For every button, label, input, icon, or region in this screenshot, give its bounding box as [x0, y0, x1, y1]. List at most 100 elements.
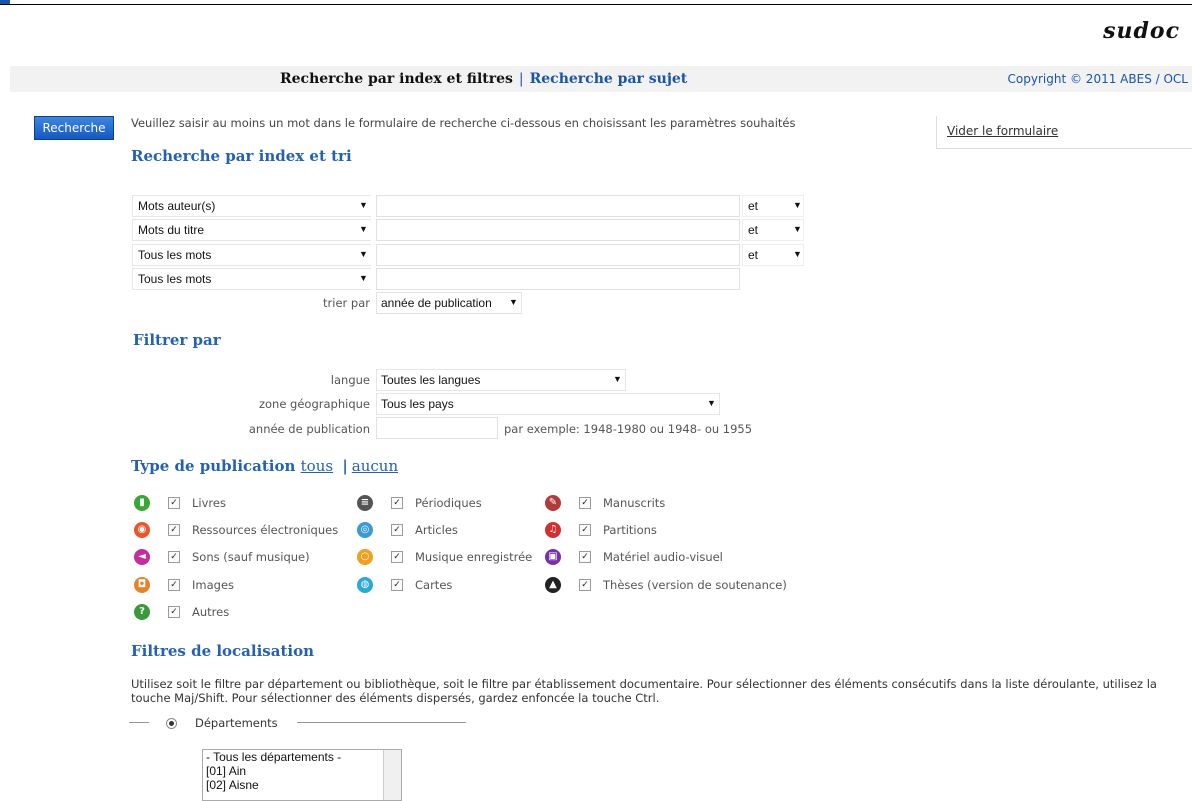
- field-select-value: Mots du titre: [138, 223, 205, 237]
- year-input[interactable]: [376, 417, 498, 439]
- manuscript-icon: ✎: [545, 495, 561, 511]
- book-icon: ▮: [134, 495, 150, 511]
- pub-type-checkbox[interactable]: ✓: [168, 551, 180, 563]
- select-none-link[interactable]: aucun: [352, 457, 398, 475]
- search-term-input[interactable]: [376, 219, 740, 241]
- dropdown-arrow-icon: ▼: [793, 200, 802, 210]
- pub-type-checkbox[interactable]: ✓: [579, 579, 591, 591]
- pub-type-label: Matériel audio-visuel: [603, 550, 723, 564]
- year-label: année de publication: [248, 422, 370, 436]
- field-select-value: Tous les mots: [138, 248, 212, 262]
- pub-type-checkbox[interactable]: ✓: [168, 606, 180, 618]
- field-select[interactable]: Tous les mots ▼: [132, 268, 371, 290]
- pub-separator: |: [342, 457, 348, 475]
- fieldset-line-left: [129, 722, 149, 723]
- pub-type-label: Ressources électroniques: [192, 523, 339, 537]
- tab-subject-search[interactable]: Recherche par sujet: [530, 71, 688, 87]
- electronic-icon: ◉: [134, 522, 150, 538]
- sound-icon: ◄: [134, 549, 150, 565]
- operator-select[interactable]: et ▼: [742, 195, 804, 217]
- field-select[interactable]: Mots du titre ▼: [132, 219, 371, 241]
- departments-radio[interactable]: [166, 718, 177, 729]
- tab-separator: |: [518, 71, 524, 87]
- field-select-value: Mots auteur(s): [138, 199, 216, 213]
- index-section-title: Recherche par index et tri: [131, 147, 352, 165]
- location-section-title: Filtres de localisation: [131, 642, 314, 660]
- pub-title-text: Type de publication: [131, 457, 296, 475]
- pub-type-label: Périodiques: [415, 496, 482, 510]
- dropdown-arrow-icon: ▼: [613, 374, 622, 384]
- dropdown-arrow-icon: ▼: [359, 273, 368, 283]
- year-hint: par exemple: 1948-1980 ou 1948- ou 1955: [504, 422, 753, 436]
- zone-value: Tous les pays: [381, 397, 454, 411]
- map-icon: ◍: [357, 577, 373, 593]
- operator-value: et: [748, 223, 759, 237]
- search-button[interactable]: Recherche: [34, 116, 114, 140]
- dropdown-arrow-icon: ▼: [359, 224, 368, 234]
- pub-type-checkbox[interactable]: ✓: [579, 551, 591, 563]
- dropdown-arrow-icon: ▼: [359, 249, 368, 259]
- list-item[interactable]: [02] Aisne: [203, 778, 401, 792]
- nav-bar: Recherche par index et filtres | Recherche…: [10, 66, 1192, 92]
- pub-type-checkbox[interactable]: ✓: [579, 497, 591, 509]
- select-all-link[interactable]: tous: [301, 457, 333, 475]
- field-select[interactable]: Mots auteur(s) ▼: [132, 195, 371, 217]
- dropdown-arrow-icon: ▼: [509, 297, 518, 307]
- question-icon: ?: [134, 604, 150, 620]
- pub-type-checkbox[interactable]: ✓: [168, 524, 180, 536]
- clear-form-link[interactable]: Vider le formulaire: [947, 124, 1058, 138]
- pub-type-checkbox[interactable]: ✓: [391, 579, 403, 591]
- departments-label: Départements: [195, 716, 278, 730]
- periodical-icon: ≡: [357, 495, 373, 511]
- dropdown-arrow-icon: ▼: [707, 398, 716, 408]
- pub-type-checkbox[interactable]: ✓: [391, 524, 403, 536]
- search-term-input[interactable]: [376, 195, 740, 217]
- pub-type-label: Livres: [192, 496, 226, 510]
- tab-index-filters[interactable]: Recherche par index et filtres: [280, 71, 513, 87]
- pub-type-label: Thèses (version de soutenance): [603, 578, 787, 592]
- intro-text: Veuillez saisir au moins un mot dans le …: [131, 116, 796, 130]
- audiovisual-icon: ▣: [545, 549, 561, 565]
- dropdown-arrow-icon: ▼: [359, 200, 368, 210]
- search-term-input[interactable]: [376, 268, 740, 290]
- score-icon: ♫: [545, 522, 561, 538]
- dropdown-arrow-icon: ▼: [793, 224, 802, 234]
- pub-type-label: Articles: [415, 523, 458, 537]
- sort-select[interactable]: année de publication ▼: [376, 292, 522, 314]
- list-item[interactable]: - Tous les départements -: [203, 750, 401, 764]
- operator-select[interactable]: et ▼: [742, 219, 804, 241]
- sudoc-logo[interactable]: sudoc: [1103, 18, 1180, 44]
- pub-type-label: Autres: [192, 605, 230, 619]
- pub-section-title: Type de publication tous | aucun: [131, 457, 398, 475]
- operator-select[interactable]: et ▼: [742, 244, 804, 266]
- pub-type-label: Manuscrits: [603, 496, 666, 510]
- departments-listbox[interactable]: - Tous les départements - [01] Ain [02] …: [202, 749, 402, 801]
- pub-type-checkbox[interactable]: ✓: [168, 579, 180, 591]
- language-label: langue: [330, 373, 370, 387]
- thesis-icon: ▲: [545, 577, 561, 593]
- sort-label: trier par: [323, 296, 370, 310]
- search-term-input[interactable]: [376, 244, 740, 266]
- pub-type-label: Sons (sauf musique): [192, 550, 310, 564]
- zone-select[interactable]: Tous les pays ▼: [376, 393, 720, 415]
- pub-type-checkbox[interactable]: ✓: [391, 551, 403, 563]
- language-select[interactable]: Toutes les langues ▼: [376, 369, 626, 391]
- listbox-scrollbar[interactable]: [383, 750, 401, 800]
- language-value: Toutes les langues: [381, 373, 481, 387]
- operator-value: et: [748, 199, 759, 213]
- field-select[interactable]: Tous les mots ▼: [132, 244, 371, 266]
- filter-section-title: Filtrer par: [133, 331, 221, 349]
- music-icon: ○: [357, 549, 373, 565]
- operator-value: et: [748, 248, 759, 262]
- pub-type-checkbox[interactable]: ✓: [391, 497, 403, 509]
- pub-type-checkbox[interactable]: ✓: [168, 497, 180, 509]
- image-icon: ◘: [134, 577, 150, 593]
- list-item[interactable]: [01] Ain: [203, 764, 401, 778]
- article-icon: ◎: [357, 522, 373, 538]
- pub-type-checkbox[interactable]: ✓: [579, 524, 591, 536]
- zone-label: zone géographique: [258, 397, 370, 411]
- pub-type-label: Images: [192, 578, 235, 592]
- fieldset-line-right: [297, 722, 466, 723]
- copyright-text[interactable]: Copyright © 2011 ABES / OCL: [1008, 72, 1188, 86]
- top-rule: [0, 4, 1192, 5]
